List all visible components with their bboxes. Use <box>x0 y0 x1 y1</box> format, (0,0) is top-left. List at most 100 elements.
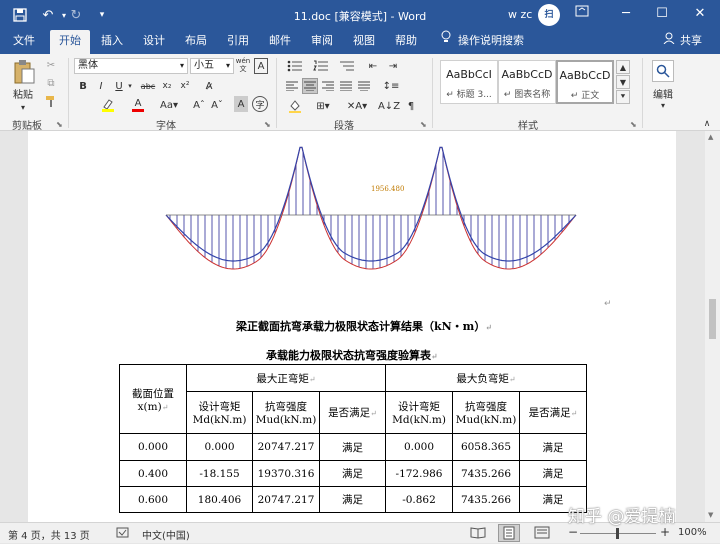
borders-icon[interactable]: ⊞▾ <box>312 98 334 114</box>
character-shading-button[interactable]: A <box>234 96 248 112</box>
scroll-up-icon[interactable]: ▲ <box>708 133 713 141</box>
align-left-icon[interactable] <box>284 78 300 94</box>
table-cell[interactable]: 6058.365 <box>452 433 520 461</box>
paste-button-label[interactable]: 粘贴 <box>8 86 38 101</box>
zoom-in-icon[interactable]: + <box>660 525 670 539</box>
copy-icon[interactable]: ⧉ <box>44 76 58 90</box>
format-painter-icon[interactable] <box>44 94 58 108</box>
header-max-positive[interactable]: 最大正弯矩↵ <box>186 364 386 392</box>
change-case-button[interactable]: Aa▾ <box>158 96 180 114</box>
table-cell[interactable]: 满足 <box>319 460 386 487</box>
share-button[interactable]: 共享 <box>678 30 704 54</box>
decrease-indent-icon[interactable]: ⇤ <box>364 58 382 74</box>
show-paragraph-marks-icon[interactable]: ¶ <box>404 98 418 114</box>
table-cell[interactable]: -0.862 <box>385 486 453 513</box>
distributed-icon[interactable] <box>356 78 372 94</box>
tab-review[interactable]: 审阅 <box>304 30 340 54</box>
zoom-out-icon[interactable]: − <box>568 525 578 539</box>
editing-dropdown-icon[interactable]: ▾ <box>656 100 670 110</box>
table-cell[interactable]: 0.000 <box>186 433 253 461</box>
clear-formatting-icon[interactable]: A̷ <box>200 78 218 94</box>
align-center-icon[interactable] <box>302 78 318 94</box>
increase-indent-icon[interactable]: ⇥ <box>384 58 402 74</box>
scroll-down-icon[interactable]: ▼ <box>708 511 713 519</box>
minimize-button[interactable]: ─ <box>616 4 636 24</box>
tab-layout[interactable]: 布局 <box>178 30 214 54</box>
header-design-moment[interactable]: 设计弯矩 Md(kN.m) <box>385 391 453 434</box>
tab-insert[interactable]: 插入 <box>94 30 130 54</box>
scroll-thumb[interactable] <box>709 299 716 339</box>
underline-button[interactable]: U <box>112 78 126 94</box>
page-count[interactable]: 第 4 页，共 13 页 <box>8 527 90 542</box>
sort-icon[interactable]: A↓Z <box>378 98 400 114</box>
bold-button[interactable]: B <box>76 78 90 94</box>
read-mode-icon[interactable] <box>470 526 486 542</box>
shading-icon[interactable] <box>284 98 306 114</box>
tab-help[interactable]: 帮助 <box>388 30 424 54</box>
table-cell[interactable]: 0.000 <box>385 433 453 461</box>
share-icon[interactable] <box>662 30 676 54</box>
tab-view[interactable]: 视图 <box>346 30 382 54</box>
table-row[interactable]: 0.000 0.000 20747.217 满足 0.000 6058.365 … <box>119 433 587 461</box>
zoom-level[interactable]: 100% <box>678 527 707 538</box>
character-border-button[interactable]: A <box>254 58 268 74</box>
user-name[interactable]: w zc <box>508 8 532 21</box>
header-design-moment[interactable]: 设计弯矩 Md(kN.m) <box>186 391 253 434</box>
superscript-button[interactable]: x² <box>178 78 192 94</box>
table-cell[interactable]: 7435.266 <box>452 460 520 487</box>
align-right-icon[interactable] <box>320 78 336 94</box>
avatar[interactable]: 扫 <box>538 4 560 26</box>
styles-more-icon[interactable]: ⯆ <box>616 90 630 104</box>
style-figure-caption[interactable]: AaBbCcD ↵ 图表名称 <box>498 60 556 104</box>
table-cell[interactable]: 20747.217 <box>252 433 320 461</box>
line-spacing-icon[interactable]: ↕≡ <box>380 78 402 94</box>
proofing-icon[interactable] <box>116 527 130 542</box>
table-cell[interactable]: 满足 <box>319 486 386 513</box>
close-button[interactable]: ✕ <box>690 4 710 24</box>
search-icon[interactable] <box>652 60 674 82</box>
header-strength[interactable]: 抗弯强度 Mud(kN.m) <box>252 391 320 434</box>
styles-scroll-down-icon[interactable]: ▼ <box>616 75 630 89</box>
tab-design[interactable]: 设计 <box>136 30 172 54</box>
table-row[interactable]: 0.400 -18.155 19370.316 满足 -172.986 7435… <box>119 460 587 487</box>
style-heading-3[interactable]: AaBbCcI ↵ 标题 3... <box>440 60 498 104</box>
ribbon-display-options-icon[interactable] <box>572 4 592 24</box>
chevron-down-icon[interactable]: ▾ <box>226 59 230 73</box>
table-cell[interactable]: 0.400 <box>119 460 187 487</box>
vertical-scrollbar[interactable]: ▲ ▼ <box>705 131 720 522</box>
table-cell[interactable]: -18.155 <box>186 460 253 487</box>
table-cell[interactable]: 满足 <box>319 433 386 461</box>
clipboard-launcher-icon[interactable]: ⬊ <box>56 120 63 129</box>
header-satisfied[interactable]: 是否满足↵ <box>519 391 587 434</box>
table-cell[interactable]: 7435.266 <box>452 486 520 513</box>
italic-button[interactable]: I <box>94 78 108 94</box>
table-cell[interactable]: 满足 <box>519 433 587 461</box>
tab-references[interactable]: 引用 <box>220 30 256 54</box>
shrink-font-button[interactable]: Aˇ <box>210 96 224 114</box>
styles-launcher-icon[interactable]: ⬊ <box>630 120 637 129</box>
justify-icon[interactable] <box>338 78 354 94</box>
header-satisfied[interactable]: 是否满足↵ <box>319 391 386 434</box>
chevron-down-icon[interactable]: ▾ <box>126 78 134 94</box>
style-normal[interactable]: AaBbCcD ↵ 正文 <box>556 60 614 104</box>
table-cell[interactable]: 0.600 <box>119 486 187 513</box>
font-color-icon[interactable]: A <box>130 96 146 114</box>
numbering-icon[interactable] <box>310 58 332 74</box>
enclose-characters-button[interactable]: 字 <box>252 96 268 112</box>
grow-font-button[interactable]: Aˆ <box>192 96 206 114</box>
zoom-slider-thumb[interactable] <box>616 528 619 539</box>
tab-file[interactable]: 文件 <box>6 30 42 54</box>
header-position[interactable]: 截面位置 x(m)↵ <box>119 364 187 434</box>
font-launcher-icon[interactable]: ⬊ <box>264 120 271 129</box>
paste-dropdown-icon[interactable]: ▾ <box>16 102 30 112</box>
bullets-icon[interactable] <box>284 58 306 74</box>
tell-me-search[interactable]: 操作说明搜索 <box>458 30 524 54</box>
header-max-negative[interactable]: 最大负弯矩↵ <box>385 364 587 392</box>
table-row[interactable]: 0.600 180.406 20747.217 满足 -0.862 7435.2… <box>119 486 587 513</box>
table-cell[interactable]: -172.986 <box>385 460 453 487</box>
subscript-button[interactable]: x₂ <box>160 78 174 94</box>
strikethrough-button[interactable]: abc <box>138 78 158 94</box>
language-indicator[interactable]: 中文(中国) <box>142 527 190 542</box>
styles-scroll-up-icon[interactable]: ▲ <box>616 60 630 74</box>
results-table[interactable]: 截面位置 x(m)↵ 最大正弯矩↵ 最大负弯矩↵ 设计弯矩 Md(kN.m) 抗弯… <box>119 364 587 513</box>
